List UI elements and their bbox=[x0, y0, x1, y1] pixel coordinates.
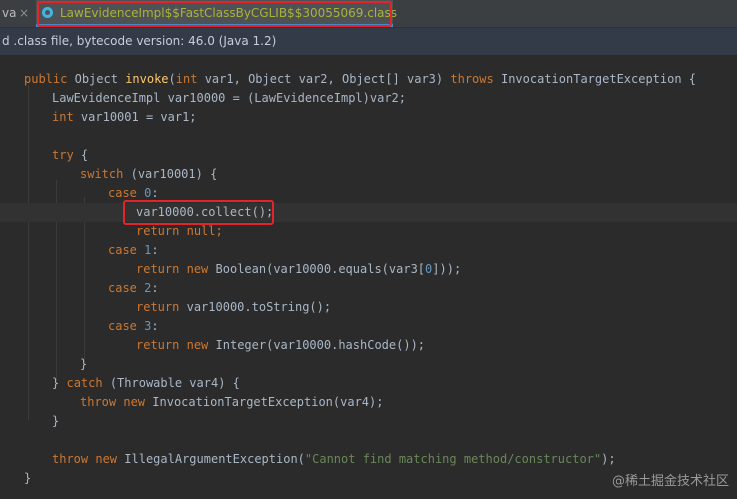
code-text: : bbox=[151, 243, 159, 257]
code-line: public Object invoke(int var1, Object va… bbox=[24, 72, 697, 86]
code-text: } bbox=[52, 376, 60, 390]
keyword-int: int bbox=[52, 110, 74, 124]
code-text: Boolean(var10000.equals(var3[ bbox=[215, 262, 426, 276]
keyword-throw: throw bbox=[80, 395, 117, 409]
class-file-icon bbox=[42, 7, 53, 18]
type-object: Object bbox=[74, 72, 118, 86]
tab-active-class-file[interactable]: LawEvidenceImpl$$FastClassByCGLIB$$30055… bbox=[36, 0, 397, 27]
param-rest: Object var2, Object[] var3) bbox=[248, 72, 444, 86]
code-text: IllegalArgumentException( bbox=[124, 452, 305, 466]
code-text: InvocationTargetException(var4); bbox=[152, 395, 384, 409]
code-text: } bbox=[80, 357, 88, 371]
editor-tab-bar: va × LawEvidenceImpl$$FastClassByCGLIB$$… bbox=[0, 0, 737, 28]
code-line: } bbox=[0, 412, 737, 431]
code-line: } catch (Throwable var4) { bbox=[0, 374, 737, 393]
keyword-case: case bbox=[108, 319, 137, 333]
keyword-return: return bbox=[136, 262, 180, 276]
param-var1: var1, bbox=[204, 72, 241, 86]
keyword-throw: throw bbox=[52, 452, 89, 466]
code-text: LawEvidenceImpl var10000 = (LawEvidenceI… bbox=[52, 91, 407, 105]
watermark: @稀土掘金技术社区 bbox=[611, 474, 729, 489]
code-text: } bbox=[52, 414, 60, 428]
code-line: } bbox=[0, 355, 737, 374]
code-text: : bbox=[151, 281, 159, 295]
exception-type: InvocationTargetException { bbox=[500, 72, 697, 86]
decompiled-info-bar: d .class file, bytecode version: 46.0 (J… bbox=[0, 28, 737, 55]
code-line: case 1: bbox=[0, 241, 737, 260]
tab-previous-label: va bbox=[2, 6, 17, 20]
code-text: (var10001) { bbox=[130, 167, 218, 181]
keyword-null: null bbox=[186, 224, 216, 238]
code-line: return var10000.toString(); bbox=[0, 298, 737, 317]
keyword-public: public bbox=[24, 72, 68, 86]
tab-active-label: LawEvidenceImpl$$FastClassByCGLIB$$30055… bbox=[60, 6, 398, 20]
code-text: var10001 = var1; bbox=[80, 110, 197, 124]
keyword-return: return bbox=[136, 338, 180, 352]
code-line-current: var10000.collect(); bbox=[0, 203, 737, 222]
code-text: ; bbox=[215, 224, 223, 238]
code-line: case 3: bbox=[0, 317, 737, 336]
code-line: case 0: bbox=[0, 184, 737, 203]
code-line: return null; bbox=[0, 222, 737, 241]
keyword-new: new bbox=[95, 452, 118, 466]
keyword-throws: throws bbox=[450, 72, 494, 86]
code-line: LawEvidenceImpl var10000 = (LawEvidenceI… bbox=[0, 89, 737, 108]
keyword-new: new bbox=[123, 395, 146, 409]
code-line: throw new IllegalArgumentException("Cann… bbox=[0, 450, 737, 469]
keyword-return: return bbox=[136, 224, 180, 238]
keyword-switch: switch bbox=[80, 167, 124, 181]
keyword-new: new bbox=[186, 262, 209, 276]
code-text: (Throwable var4) { bbox=[109, 376, 240, 390]
string-literal: "Cannot find matching method/constructor… bbox=[304, 452, 602, 466]
code-line: switch (var10001) { bbox=[0, 165, 737, 184]
close-icon[interactable]: × bbox=[19, 0, 31, 27]
code-line: return new Integer(var10000.hashCode()); bbox=[0, 336, 737, 355]
keyword-try: try bbox=[52, 148, 74, 162]
code-text: ); bbox=[601, 452, 616, 466]
keyword-case: case bbox=[108, 186, 137, 200]
code-line: return new Boolean(var10000.equals(var3[… bbox=[0, 260, 737, 279]
keyword-catch: catch bbox=[66, 376, 103, 390]
keyword-case: case bbox=[108, 281, 137, 295]
code-text: : bbox=[151, 186, 159, 200]
code-text: var10000.collect(); bbox=[136, 205, 274, 219]
code-line: try { bbox=[0, 146, 737, 165]
code-editor[interactable]: public Object invoke(int var1, Object va… bbox=[0, 55, 737, 499]
code-text: : bbox=[151, 319, 159, 333]
code-line: int var10001 = var1; bbox=[0, 108, 737, 127]
code-text: var10000.toString(); bbox=[186, 300, 332, 314]
code-text: ])); bbox=[432, 262, 462, 276]
code-text: { bbox=[80, 148, 89, 162]
keyword-case: case bbox=[108, 243, 137, 257]
keyword-return: return bbox=[136, 300, 180, 314]
keyword-new: new bbox=[186, 338, 209, 352]
code-line: case 2: bbox=[0, 279, 737, 298]
keyword-int: int bbox=[175, 72, 198, 86]
code-text: Integer(var10000.hashCode()); bbox=[215, 338, 426, 352]
method-name: invoke bbox=[125, 72, 169, 86]
info-bar-text: d .class file, bytecode version: 46.0 (J… bbox=[2, 34, 277, 48]
code-line: throw new InvocationTargetException(var4… bbox=[0, 393, 737, 412]
code-text: } bbox=[24, 471, 32, 485]
